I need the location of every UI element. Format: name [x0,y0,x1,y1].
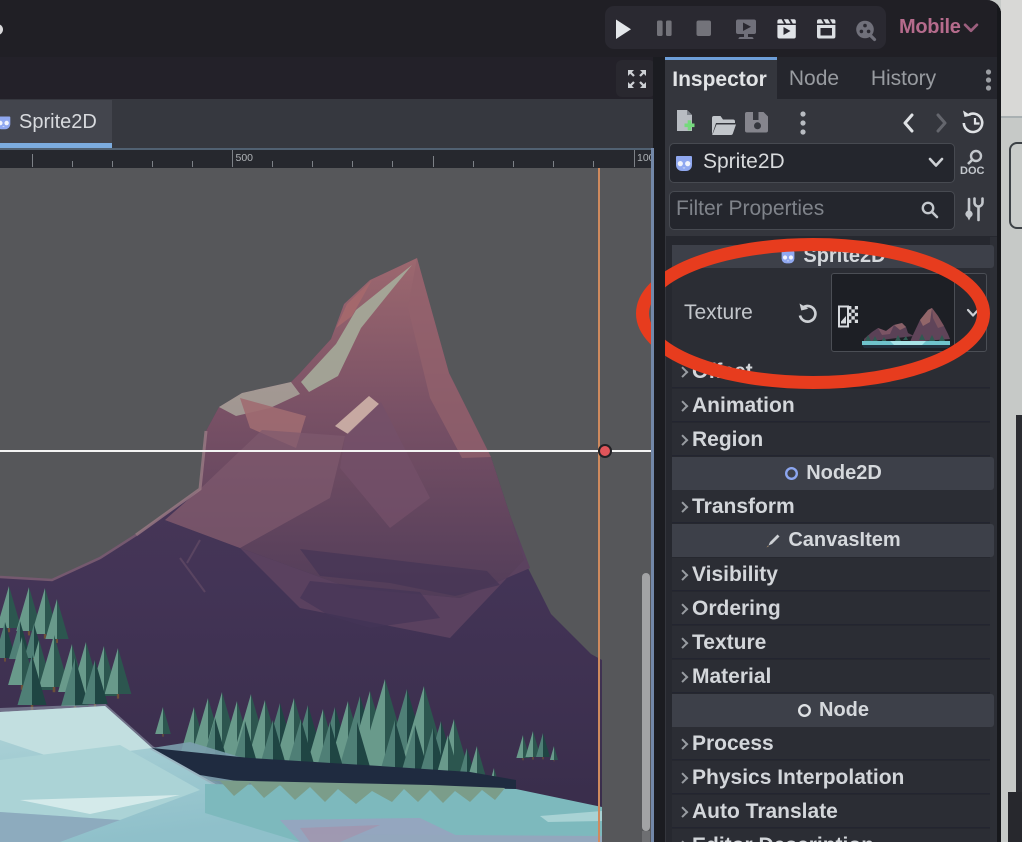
svg-text:500: 500 [236,152,254,164]
svg-text:DOC: DOC [960,165,985,177]
